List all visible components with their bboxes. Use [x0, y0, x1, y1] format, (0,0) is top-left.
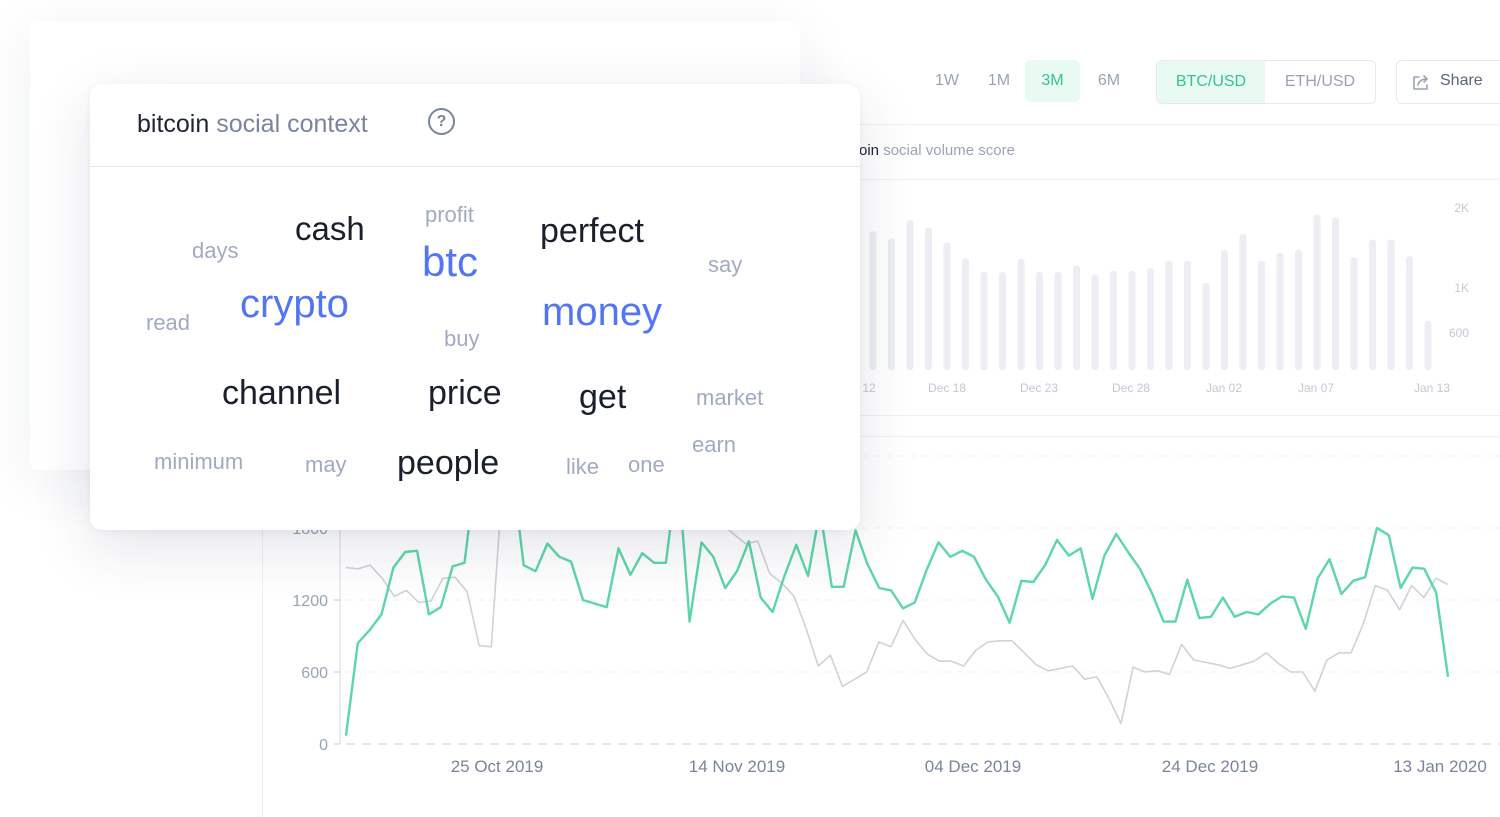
word-money[interactable]: money — [542, 292, 662, 332]
word-get[interactable]: get — [579, 380, 626, 414]
volume-x-tick: Jan 07 — [1298, 381, 1334, 395]
volume-bar — [1276, 252, 1284, 370]
popover-title: bitcoin social context — [137, 110, 368, 139]
volume-bar — [1147, 268, 1154, 370]
volume-bar — [999, 271, 1006, 370]
word-say[interactable]: say — [708, 254, 742, 276]
volume-bar — [1369, 239, 1376, 370]
social-volume-label: social volume score — [883, 142, 1015, 159]
volume-x-tick: Jan 02 — [1206, 381, 1242, 395]
volume-bar — [980, 271, 988, 370]
question-circle-icon[interactable]: ? — [428, 108, 455, 135]
volume-x-tick: Dec 23 — [1020, 381, 1058, 395]
word-like[interactable]: like — [566, 456, 599, 478]
word-perfect[interactable]: perfect — [540, 214, 644, 248]
word-market[interactable]: market — [696, 387, 763, 409]
volume-bar — [1165, 260, 1173, 370]
y-tick-label: 600 — [301, 665, 328, 682]
volume-bar — [1221, 249, 1228, 370]
volume-bar — [925, 227, 932, 370]
range-3m-button[interactable]: 3M — [1025, 60, 1080, 102]
volume-y-tick: 2K — [1454, 201, 1469, 215]
volume-x-tick: Dec 28 — [1112, 381, 1150, 395]
volume-bar — [1202, 283, 1210, 370]
volume-bar — [962, 258, 969, 370]
volume-bar — [1073, 265, 1080, 370]
word-channel[interactable]: channel — [222, 376, 341, 410]
word-btc[interactable]: btc — [422, 241, 478, 283]
social-context-popover: bitcoin social context ? cash profit per… — [90, 84, 860, 530]
social-volume-title: oin social volume score — [859, 142, 1015, 159]
volume-bar — [1239, 234, 1247, 370]
pair-toggle: BTC/USD ETH/USD — [1156, 60, 1376, 104]
volume-y-tick: 1K — [1454, 281, 1469, 295]
volume-bar — [1017, 259, 1025, 370]
volume-x-tick: Jan 13 — [1414, 381, 1450, 395]
volume-bar — [869, 231, 877, 370]
volume-bar — [1424, 320, 1432, 370]
word-price[interactable]: price — [428, 376, 502, 410]
word-buy[interactable]: buy — [444, 328, 479, 350]
volume-bar — [1350, 257, 1358, 370]
volume-x-tick: 12 — [862, 381, 876, 395]
word-cash[interactable]: cash — [295, 212, 365, 245]
volume-bar — [1091, 274, 1099, 370]
word-crypto[interactable]: crypto — [240, 284, 349, 324]
range-6m-button[interactable]: 6M — [1084, 60, 1134, 102]
social-volume-header: oin social volume score — [821, 125, 1500, 180]
social-volume-chart: 2K 1K 600 12 Dec 18 Dec 23 Dec 28 Jan 02 Jan 07 J… — [862, 201, 1469, 395]
word-days[interactable]: days — [192, 240, 238, 262]
x-tick-label: 13 Jan 2020 — [1393, 757, 1487, 776]
volume-bar — [1110, 271, 1117, 370]
volume-bar — [1036, 271, 1043, 370]
volume-bar — [1258, 260, 1265, 370]
social-volume-panel: oin social volume score 2K 1K 600 12 Dec 18 D… — [820, 124, 1500, 416]
word-profit[interactable]: profit — [425, 204, 474, 226]
share-icon — [1413, 75, 1428, 90]
word-earn[interactable]: earn — [692, 434, 736, 456]
volume-bar — [1406, 256, 1413, 370]
y-tick-label: 1200 — [292, 593, 328, 610]
popover-header: bitcoin social context ? — [90, 84, 860, 167]
volume-bar — [1295, 249, 1302, 370]
x-tick-label: 04 Dec 2019 — [925, 757, 1021, 776]
social-volume-coin: oin — [859, 142, 880, 159]
word-read[interactable]: read — [146, 312, 190, 334]
volume-bar — [1387, 239, 1395, 370]
volume-y-tick: 600 — [1449, 326, 1469, 340]
volume-bar — [1184, 260, 1191, 370]
x-tick-label: 25 Oct 2019 — [451, 757, 544, 776]
volume-bar — [1054, 271, 1062, 370]
range-1m-button[interactable]: 1M — [976, 60, 1022, 102]
popover-title-coin: bitcoin — [137, 110, 210, 138]
volume-x-tick: Dec 18 — [928, 381, 966, 395]
volume-bar — [906, 220, 914, 370]
volume-bar — [1332, 217, 1339, 370]
share-label: Share — [1440, 72, 1483, 89]
share-button[interactable]: Share — [1396, 60, 1500, 104]
volume-bar — [888, 238, 895, 370]
word-may[interactable]: may — [305, 454, 347, 476]
word-one[interactable]: one — [628, 454, 665, 476]
x-tick-label: 14 Nov 2019 — [689, 757, 785, 776]
y-tick-label: 0 — [319, 737, 328, 754]
btc-usd-button[interactable]: BTC/USD — [1157, 61, 1265, 103]
eth-usd-button[interactable]: ETH/USD — [1265, 61, 1375, 103]
x-tick-label: 24 Dec 2019 — [1162, 757, 1258, 776]
word-minimum[interactable]: minimum — [154, 451, 243, 473]
volume-bar — [1128, 271, 1136, 370]
volume-bar — [943, 242, 951, 370]
volume-bar — [1313, 214, 1321, 370]
word-people[interactable]: people — [397, 446, 499, 480]
range-1w-button[interactable]: 1W — [924, 60, 970, 102]
popover-title-label: social context — [216, 110, 368, 138]
